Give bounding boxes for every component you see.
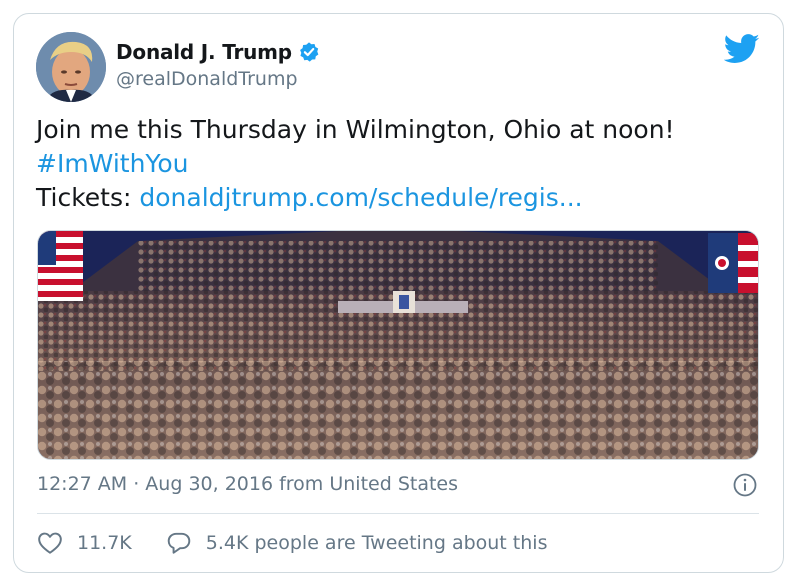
like-count: 11.7K: [77, 532, 132, 554]
tweet-text-line1: Join me this Thursday in Wilmington, Ohi…: [36, 115, 675, 144]
like-button[interactable]: 11.7K: [37, 530, 132, 556]
author-name[interactable]: Donald J. Trump: [116, 40, 292, 64]
avatar[interactable]: [36, 32, 106, 102]
info-icon[interactable]: [733, 473, 757, 497]
twitter-bird-icon[interactable]: [723, 34, 760, 64]
speech-bubble-icon: [167, 532, 191, 554]
tweeting-about-text: 5.4K people are Tweeting about this: [205, 532, 548, 554]
divider: [37, 513, 759, 514]
verified-badge-icon: [298, 41, 320, 63]
heart-icon: [38, 532, 62, 554]
hashtag-link[interactable]: #ImWithYou: [36, 147, 675, 181]
tweeting-about-button[interactable]: 5.4K people are Tweeting about this: [166, 530, 548, 556]
author-handle[interactable]: @realDonaldTrump: [116, 68, 298, 90]
tickets-label: Tickets:: [36, 183, 140, 212]
tweet-timestamp[interactable]: 12:27 AM · Aug 30, 2016 from United Stat…: [37, 473, 458, 495]
tweet-text: Join me this Thursday in Wilmington, Ohi…: [36, 113, 675, 215]
tweet-actions: 11.7K 5.4K people are Tweeting about thi…: [37, 530, 547, 556]
tickets-link[interactable]: donaldjtrump.com/schedule/regis...: [139, 183, 582, 212]
tweet-photo[interactable]: [37, 230, 759, 460]
